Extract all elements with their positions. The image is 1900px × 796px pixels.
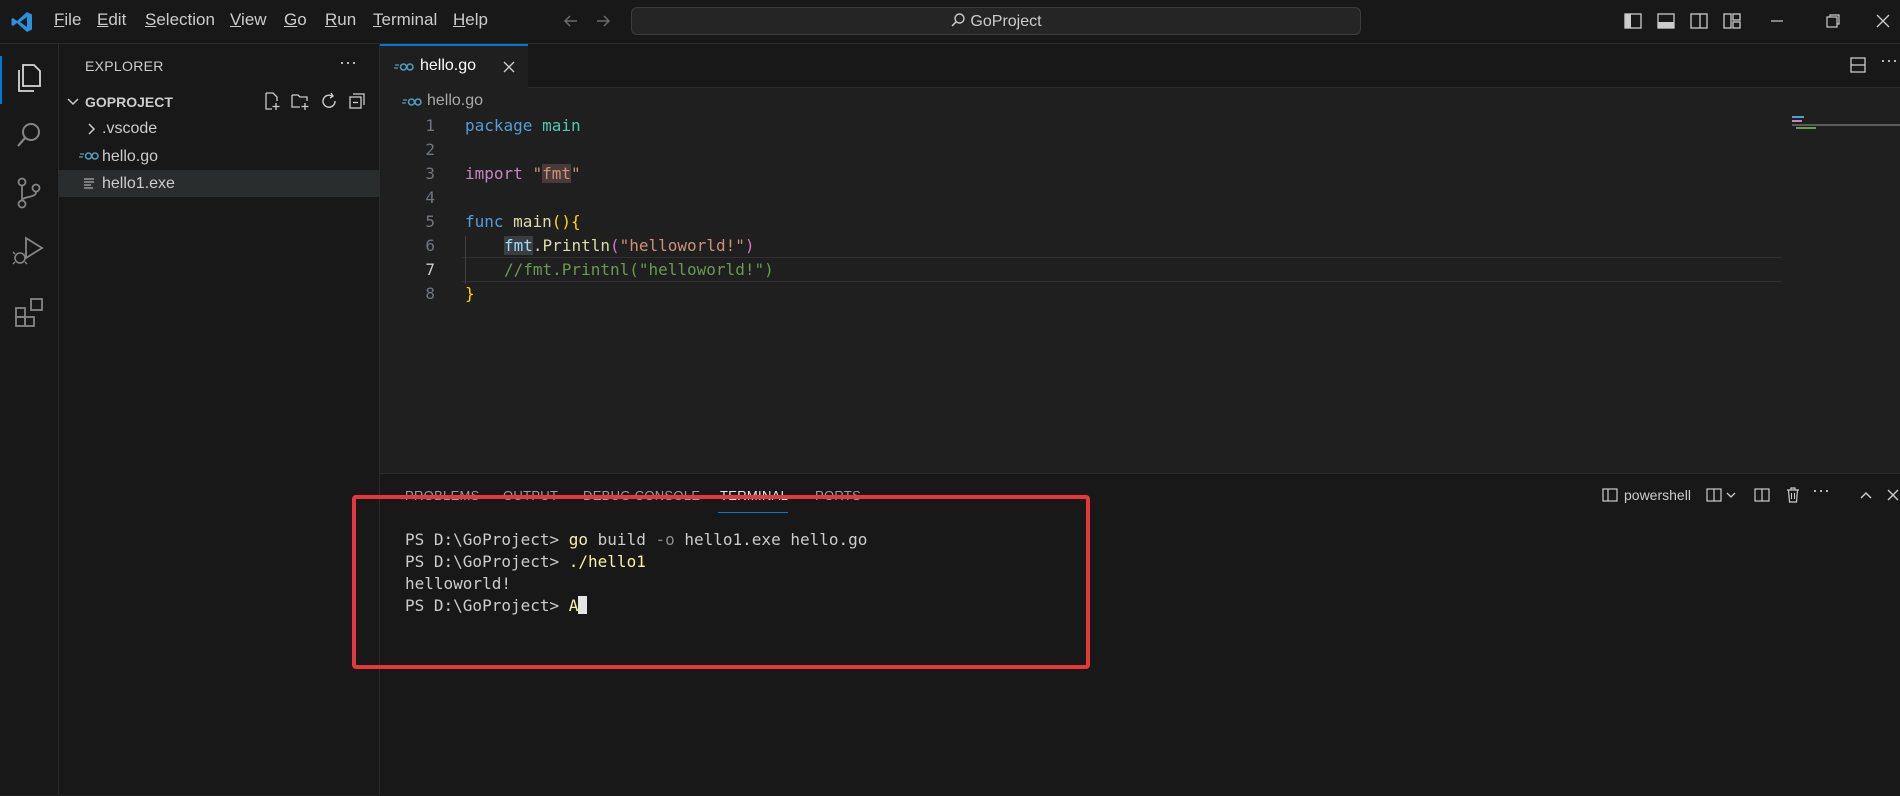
search-label: GoProject — [632, 12, 1360, 31]
indent-guide — [465, 236, 466, 284]
shell-label: powershell — [1624, 487, 1691, 503]
generic-file-icon — [83, 177, 95, 189]
maximize-panel-icon[interactable] — [1858, 487, 1874, 503]
code-line-5: func main(){ — [465, 212, 581, 231]
restore-icon[interactable] — [1824, 12, 1842, 30]
tree-item-vscode[interactable]: .vscode — [59, 115, 379, 142]
tab-hello-go[interactable]: hello.go — [380, 44, 528, 88]
line-number: 2 — [425, 140, 435, 159]
new-terminal-dropdown-icon[interactable] — [1706, 487, 1740, 503]
folder-name: GOPROJECT — [85, 94, 173, 110]
command-center-search[interactable]: GoProject — [631, 7, 1361, 35]
split-terminal-icon[interactable] — [1754, 487, 1770, 503]
code-line-8: } — [465, 284, 475, 303]
source-control-icon[interactable] — [14, 176, 44, 210]
menu-run[interactable]: Run — [325, 10, 356, 30]
menu-edit[interactable]: Edit — [97, 10, 126, 30]
terminal-split-icon — [1602, 487, 1618, 503]
explorer-files-icon[interactable] — [14, 62, 44, 94]
line-number: 8 — [425, 284, 435, 303]
editor-tab-bar: hello.go ··· — [380, 44, 1900, 88]
refresh-icon[interactable] — [319, 91, 339, 111]
minimap[interactable] — [1792, 116, 1900, 130]
explorer-sidebar: EXPLORER ··· GOPROJECT .vscode hello.go — [59, 44, 380, 795]
run-debug-icon[interactable] — [12, 234, 46, 266]
line-number: 4 — [425, 188, 435, 207]
tree-item-label: hello.go — [102, 148, 159, 165]
activity-bar — [0, 44, 59, 795]
minimap-line — [1792, 124, 1900, 126]
line-number-active: 7 — [425, 260, 435, 279]
tree-item-label: hello1.exe — [102, 175, 175, 192]
go-file-icon — [402, 96, 422, 108]
search-icon — [950, 12, 966, 28]
menu-selection[interactable]: Selection — [145, 10, 215, 30]
folder-header-goproject[interactable]: GOPROJECT — [59, 88, 379, 115]
minimap-line — [1796, 127, 1816, 129]
line-number: 1 — [425, 116, 435, 135]
forward-arrow-icon[interactable] — [594, 12, 612, 30]
title-bar: File Edit Selection View Go Run Terminal… — [0, 0, 1900, 44]
code-line-6: fmt.Println("helloworld!") — [504, 236, 755, 255]
split-editor-icon[interactable] — [1849, 56, 1867, 74]
tree-item-hello-go[interactable]: hello.go — [59, 143, 379, 170]
go-file-icon — [79, 150, 99, 162]
code-line-7: //fmt.Printnl("helloworld!") — [504, 260, 774, 279]
breadcrumb-file: hello.go — [427, 92, 484, 109]
menu-help[interactable]: Help — [453, 10, 488, 30]
active-indicator — [0, 56, 2, 104]
menu-terminal[interactable]: Terminal — [373, 10, 437, 30]
tab-label: hello.go — [420, 57, 477, 74]
extensions-icon[interactable] — [14, 296, 46, 328]
close-window-icon[interactable] — [1874, 12, 1892, 30]
minimap-line — [1792, 120, 1802, 122]
search-activity-icon[interactable] — [14, 120, 44, 150]
minimap-line — [1792, 116, 1804, 118]
close-tab-icon[interactable] — [501, 59, 517, 75]
close-panel-icon[interactable] — [1885, 487, 1900, 503]
code-line-3: import "fmt" — [465, 164, 581, 183]
new-file-icon[interactable] — [262, 91, 282, 111]
chevron-right-icon — [83, 121, 99, 137]
code-line-1: package main — [465, 116, 581, 135]
menu-go[interactable]: Go — [284, 10, 307, 30]
trash-icon[interactable] — [1785, 486, 1801, 504]
toggle-panel-icon[interactable] — [1656, 11, 1676, 31]
highlight-annotation-box — [352, 495, 1090, 669]
collapse-all-icon[interactable] — [347, 91, 367, 111]
line-number: 6 — [425, 236, 435, 255]
menu-file[interactable]: File — [54, 10, 81, 30]
editor-more-button[interactable]: ··· — [1880, 50, 1898, 71]
menu-view[interactable]: View — [230, 10, 267, 30]
line-number: 5 — [425, 212, 435, 231]
line-number: 3 — [425, 164, 435, 183]
toggle-secondary-sidebar-icon[interactable] — [1689, 11, 1709, 31]
chevron-down-icon — [65, 94, 81, 110]
tree-item-hello1-exe[interactable]: hello1.exe — [59, 170, 379, 197]
new-folder-icon[interactable] — [290, 91, 310, 111]
go-file-icon — [394, 61, 414, 73]
customize-layout-icon[interactable] — [1722, 11, 1742, 31]
toggle-primary-sidebar-icon[interactable] — [1623, 11, 1643, 31]
sidebar-title: EXPLORER — [85, 58, 164, 74]
sidebar-more-button[interactable]: ··· — [339, 52, 357, 73]
back-arrow-icon[interactable] — [562, 12, 580, 30]
minimize-icon[interactable] — [1768, 12, 1786, 30]
tree-item-label: .vscode — [102, 120, 158, 137]
panel-more-button[interactable]: ··· — [1812, 480, 1830, 501]
vscode-logo-icon — [10, 10, 34, 34]
